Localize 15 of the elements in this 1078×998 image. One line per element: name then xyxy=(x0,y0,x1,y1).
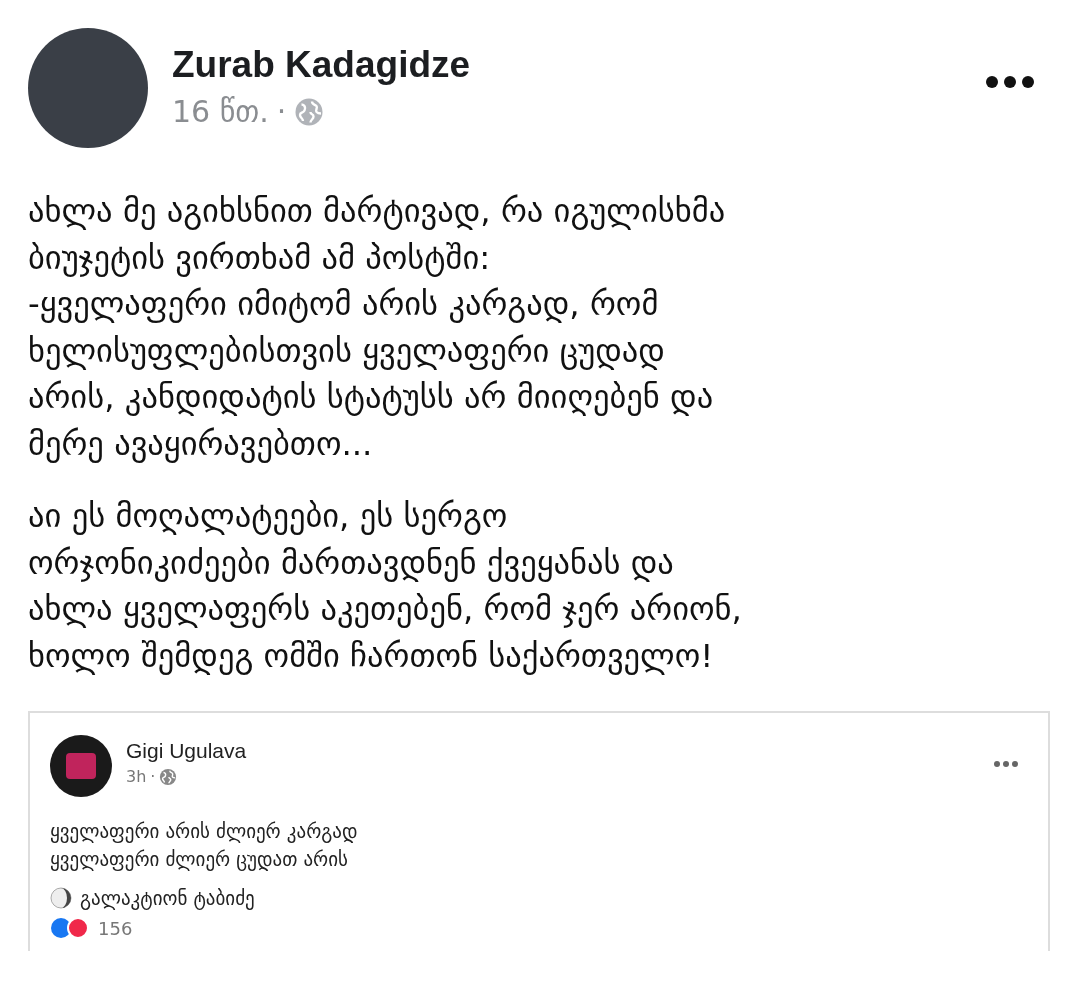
globe-icon xyxy=(294,96,325,127)
author-name[interactable]: Zurab Kadagidze xyxy=(172,44,962,86)
shared-post-time[interactable]: 3h xyxy=(126,767,147,786)
shared-author-name[interactable]: Gigi Ugulava xyxy=(126,739,980,763)
post-text: აი ეს მოღალატეები, ეს სერგო ორჯონიკიძეები მართავდნენ ქვეყანას და ახლა ყველაფერს აკეთებენ, რომ ჯერ არიონ, ხოლო შემდეგ ომში ჩართონ საქართველო! xyxy=(28,496,743,677)
shared-post-text: ყველაფერი არის ძლიერ კარგად ყველაფერი ძლიერ ცუდათ არის xyxy=(50,819,359,873)
separator-dot: · xyxy=(150,767,156,786)
post-text: ახლა მე აგიხსნით მარტივად, რა იგულისხმა ბიუჯეტის ვირთხამ ამ პოსტში: -ყველაფერი იმიტომ არის კარგად, რომ ხელისუფლებისთვის ყველაფერი ცუდად არის, კანდიდატის სტატუსს არ მიიღებენ და მერე ავაყირავებთო... xyxy=(28,191,727,465)
globe-icon xyxy=(159,767,178,786)
more-options-icon[interactable] xyxy=(986,76,1034,88)
reaction-count[interactable]: 156 xyxy=(98,917,133,939)
separator-dot: · xyxy=(276,94,287,129)
shared-post-card[interactable]: Gigi Ugulava 3h · ყველაფერი არის ძლიერ კარგად ყველაფერი ძლიერ ცუდათ არის გალაკტიონ ტაბიძე 156 xyxy=(28,711,1050,951)
moon-icon xyxy=(50,887,72,909)
signature-text: გალაკტიონ ტაბიძე xyxy=(80,887,255,909)
